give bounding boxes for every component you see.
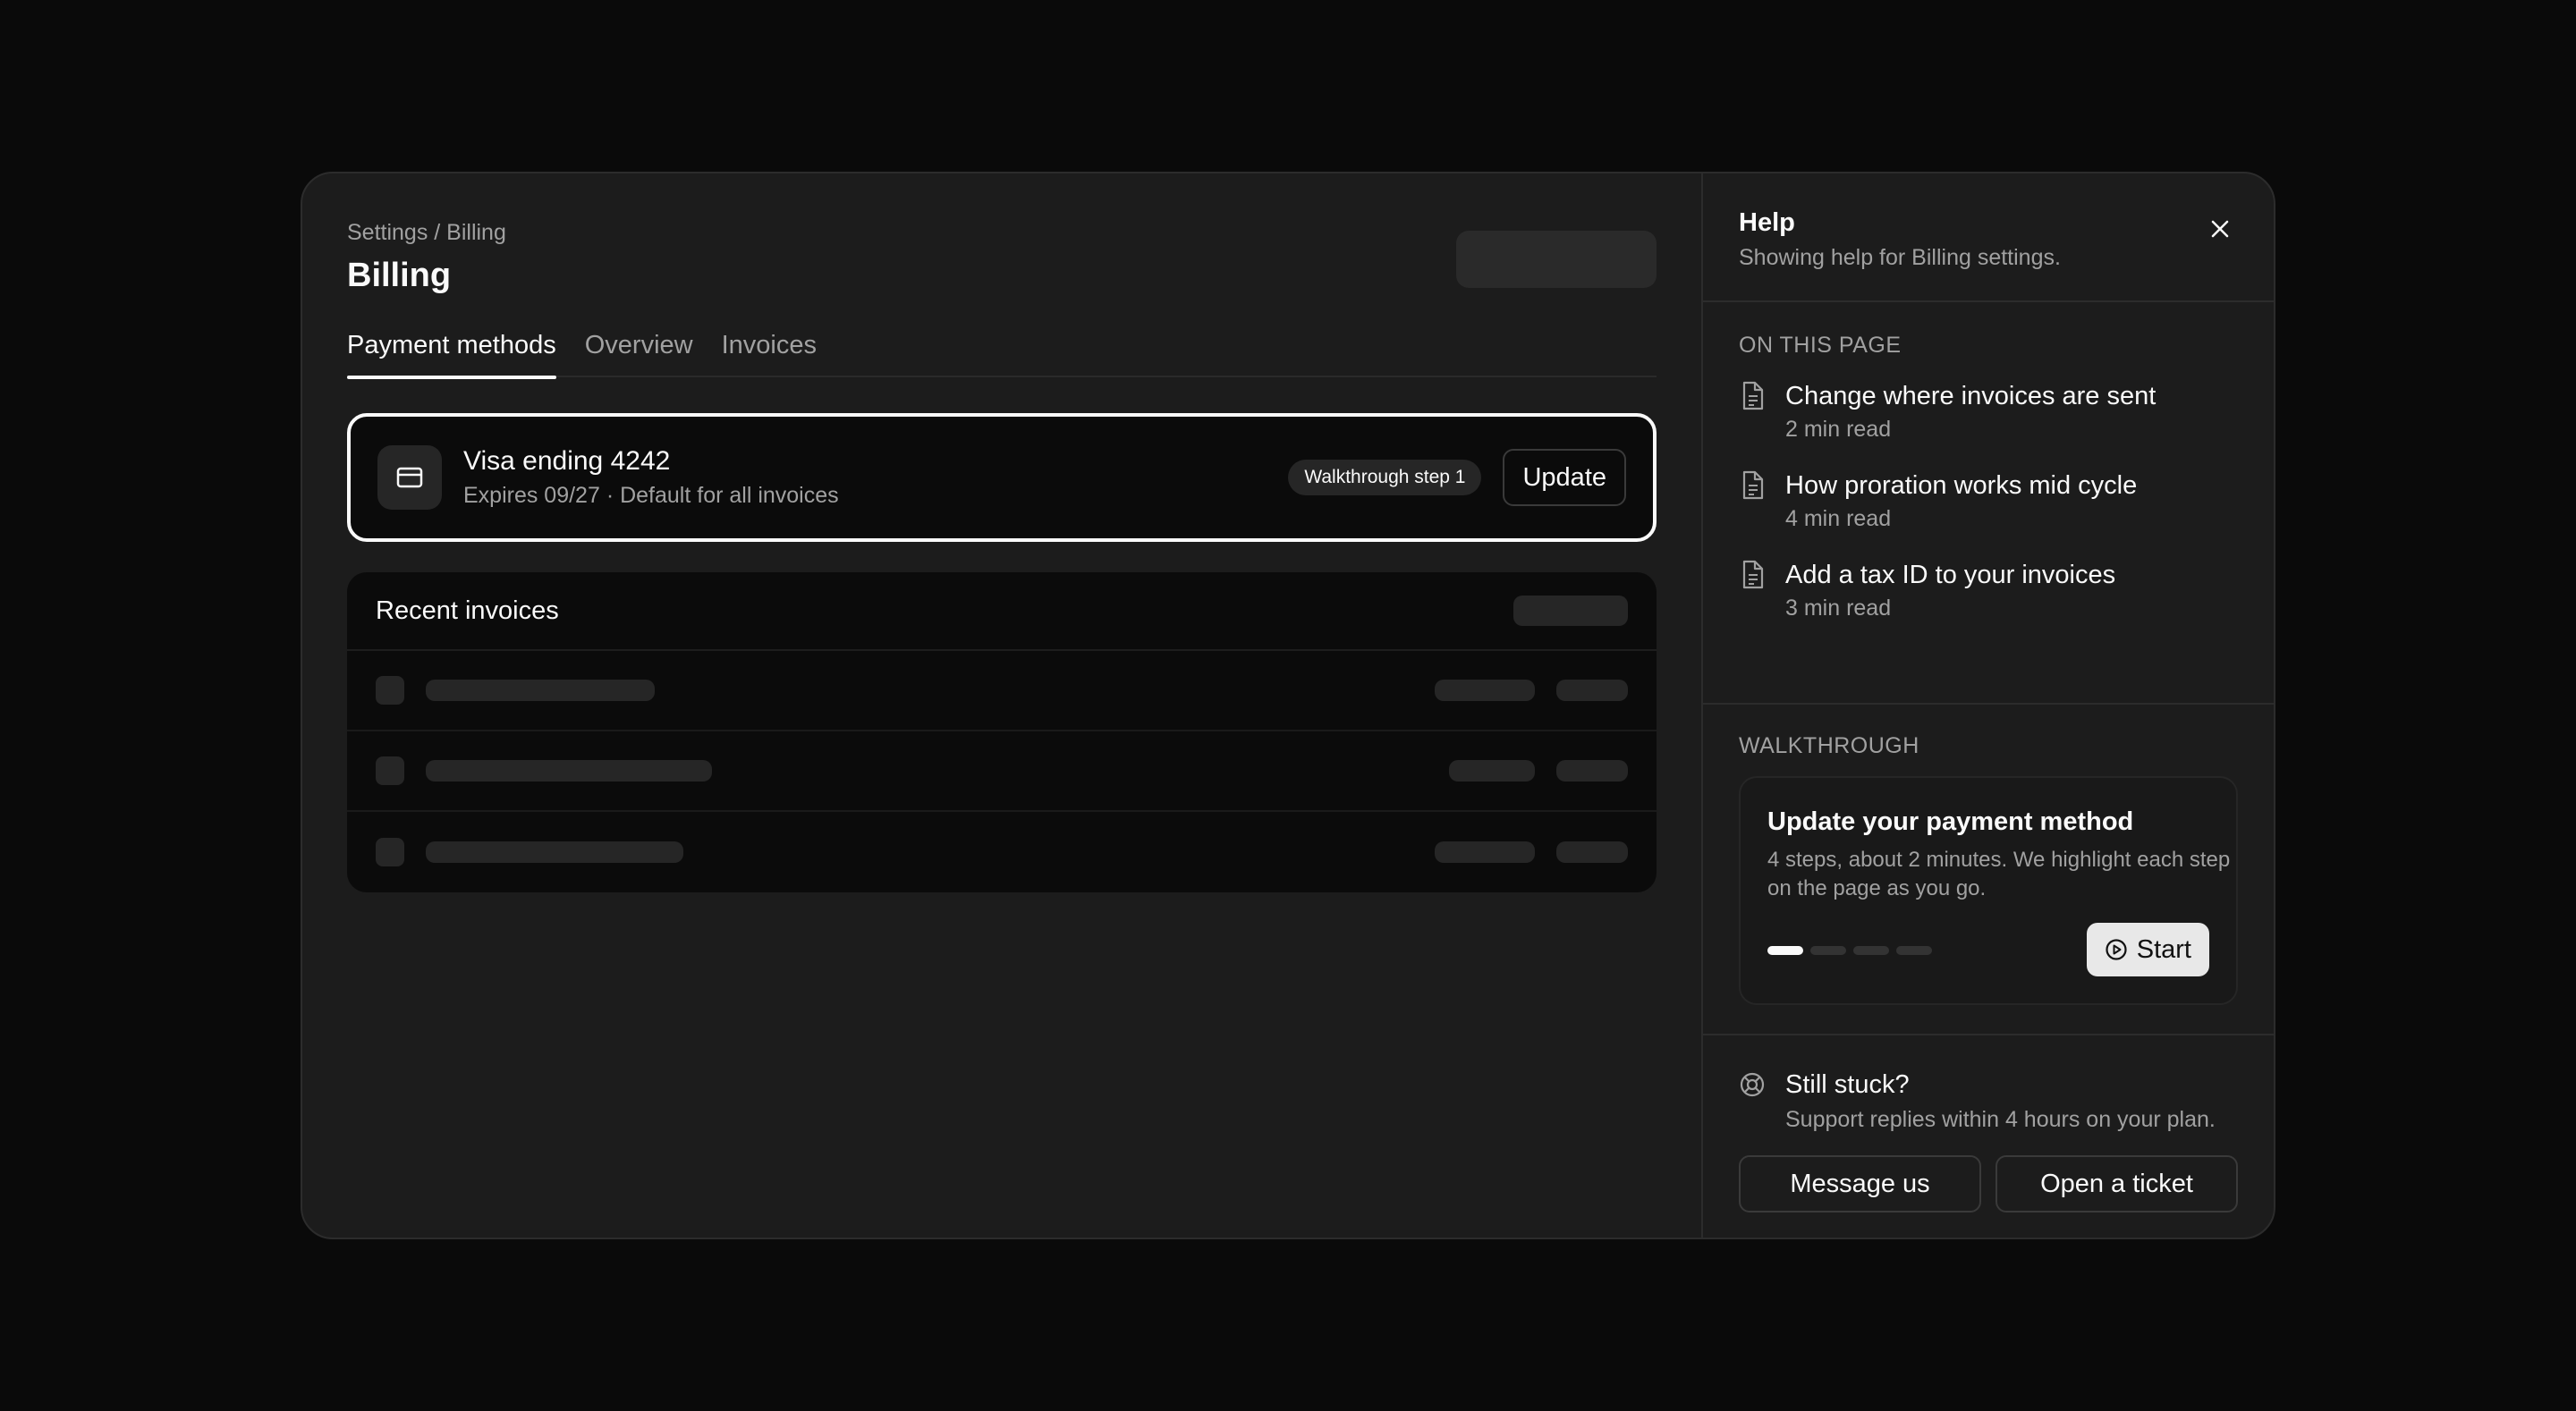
table-row xyxy=(347,731,1657,812)
document-icon xyxy=(1742,560,1764,589)
payment-method-title: Visa ending 4242 xyxy=(463,446,671,476)
tab-payment-methods[interactable]: Payment methods xyxy=(347,327,556,379)
header-action-placeholder xyxy=(1456,231,1657,288)
progress-step xyxy=(1896,946,1932,955)
row-placeholder-amount xyxy=(1435,841,1535,863)
start-walkthrough-button[interactable]: Start xyxy=(2086,923,2209,976)
update-payment-button[interactable]: Update xyxy=(1503,449,1626,506)
support-title: Still stuck? xyxy=(1785,1070,1910,1099)
row-placeholder-amount xyxy=(1435,680,1535,701)
walkthrough-card: Update your payment method 4 steps, abou… xyxy=(1739,776,2238,1005)
walkthrough-label: WALKTHROUGH xyxy=(1739,733,1919,758)
support-subtitle: Support replies within 4 hours on your p… xyxy=(1785,1107,2216,1132)
help-article-tax-id[interactable]: Add a tax ID to your invoices 3 min read xyxy=(1739,558,2238,622)
row-placeholder-icon xyxy=(376,838,404,866)
billing-panel: Settings / Billing Billing Payment metho… xyxy=(301,172,2275,1239)
recent-invoices-card: Recent invoices xyxy=(347,572,1657,892)
help-article-meta: 2 min read xyxy=(1785,417,1892,442)
help-article-title: How proration works mid cycle xyxy=(1785,471,2138,500)
message-us-button[interactable]: Message us xyxy=(1739,1155,1981,1212)
support-actions: Message us Open a ticket xyxy=(1739,1155,2238,1212)
open-ticket-button[interactable]: Open a ticket xyxy=(1996,1155,2238,1212)
document-icon xyxy=(1742,381,1764,410)
play-circle-icon xyxy=(2106,939,2127,960)
tab-invoices[interactable]: Invoices xyxy=(722,327,817,377)
row-placeholder-text xyxy=(426,841,683,863)
progress-step xyxy=(1767,946,1803,955)
row-placeholder-text xyxy=(426,760,712,782)
main-content: Settings / Billing Billing Payment metho… xyxy=(302,173,1701,1238)
help-title: Help xyxy=(1739,208,1795,237)
row-placeholder-amount xyxy=(1449,760,1535,782)
help-article-proration[interactable]: How proration works mid cycle 4 min read xyxy=(1739,469,2238,533)
row-placeholder-text xyxy=(426,680,655,701)
tab-overview[interactable]: Overview xyxy=(585,327,693,377)
row-placeholder-icon xyxy=(376,676,404,705)
tab-bar: Payment methods Overview Invoices xyxy=(347,327,1657,379)
walkthrough-description: 4 steps, about 2 minutes. We highlight e… xyxy=(1767,848,2231,900)
help-article-title: Change where invoices are sent xyxy=(1785,382,2157,410)
help-header: Help Showing help for Billing settings. xyxy=(1703,173,2274,302)
on-this-page-section: ON THIS PAGE Change where invoices are s… xyxy=(1703,302,2274,705)
walkthrough-step-badge: Walkthrough step 1 xyxy=(1288,460,1482,495)
recent-invoices-header: Recent invoices xyxy=(347,572,1657,651)
row-placeholder-status xyxy=(1556,680,1628,701)
help-article-meta: 3 min read xyxy=(1785,596,1892,621)
lifebuoy-icon xyxy=(1740,1072,1765,1097)
row-placeholder-icon xyxy=(376,756,404,785)
support-info: Still stuck? Support replies within 4 ho… xyxy=(1739,1068,2238,1134)
progress-step xyxy=(1853,946,1889,955)
recent-invoices-title: Recent invoices xyxy=(376,596,559,625)
on-this-page-label: ON THIS PAGE xyxy=(1739,333,1902,358)
row-placeholder-status xyxy=(1556,841,1628,863)
walkthrough-title: Update your payment method xyxy=(1767,807,2134,836)
help-article-change-invoices[interactable]: Change where invoices are sent 2 min rea… xyxy=(1739,379,2238,444)
support-section: Still stuck? Support replies within 4 ho… xyxy=(1703,1035,2274,1212)
start-label: Start xyxy=(2136,934,2191,964)
walkthrough-progress xyxy=(1767,946,1932,955)
table-row xyxy=(347,812,1657,892)
table-row xyxy=(347,651,1657,731)
close-icon[interactable] xyxy=(2202,211,2238,247)
help-subtitle: Showing help for Billing settings. xyxy=(1739,245,2061,270)
payment-method-subtitle: Expires 09/27 · Default for all invoices xyxy=(463,483,839,508)
row-placeholder-status xyxy=(1556,760,1628,782)
help-sidebar: Help Showing help for Billing settings. … xyxy=(1701,173,2274,1238)
payment-method-card: Visa ending 4242 Expires 09/27 · Default… xyxy=(347,413,1657,542)
payment-method-details: Visa ending 4242 Expires 09/27 · Default… xyxy=(463,444,1288,511)
progress-step xyxy=(1810,946,1846,955)
document-icon xyxy=(1742,470,1764,500)
invoices-header-placeholder xyxy=(1513,596,1628,626)
help-article-meta: 4 min read xyxy=(1785,506,1892,531)
walkthrough-section: WALKTHROUGH Update your payment method 4… xyxy=(1703,705,2274,1035)
help-article-title: Add a tax ID to your invoices xyxy=(1785,561,2116,589)
credit-card-icon xyxy=(377,445,442,510)
